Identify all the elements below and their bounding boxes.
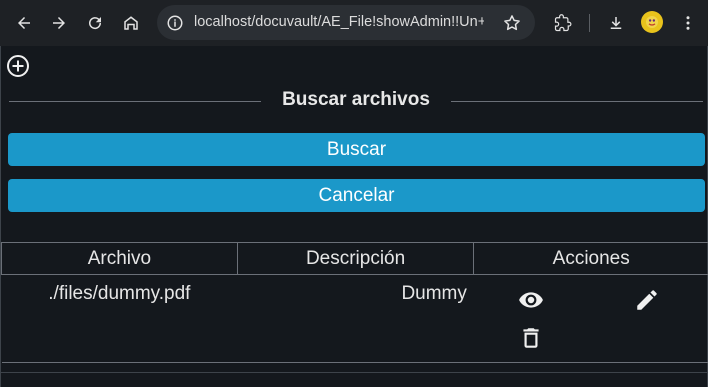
footer-divider [1,372,708,373]
home-icon[interactable] [117,9,145,37]
url-text[interactable]: localhost/docuvault/AE_File!showAdmin!!U… [194,5,484,40]
search-button[interactable]: Buscar [8,133,705,166]
add-circle-icon[interactable] [6,54,30,78]
column-header-archivo[interactable]: Archivo [1,242,238,275]
toolbar-divider [589,14,590,32]
back-icon[interactable] [10,9,38,37]
extensions-icon[interactable] [549,9,577,37]
column-header-acciones: Acciones [473,242,708,275]
bookmark-star-icon[interactable] [502,13,522,33]
file-cell: ./files/dummy.pdf [1,274,238,363]
delete-icon[interactable] [518,325,544,351]
search-legend: Buscar archivos [282,89,430,110]
table-row: ./files/dummy.pdf Dummy [1,274,708,363]
actions-cell [473,274,708,363]
fieldset-line-right [451,101,703,102]
edit-icon[interactable] [634,287,660,313]
reload-icon[interactable] [81,9,109,37]
cancel-button[interactable]: Cancelar [8,179,705,212]
menu-icon[interactable] [674,9,702,37]
description-cell: Dummy [237,274,474,363]
fieldset-line-left [9,101,261,102]
view-icon[interactable] [518,287,544,313]
page-content: Buscar archivos Buscar Cancelar Archivo … [0,46,708,387]
browser-toolbar: localhost/docuvault/AE_File!showAdmin!!U… [0,0,708,46]
table-header-row: Archivo Descripción Acciones [1,242,708,275]
files-table: Archivo Descripción Acciones ./files/dum… [1,242,708,363]
download-icon[interactable] [602,9,630,37]
profile-avatar[interactable] [641,11,663,33]
address-bar[interactable]: localhost/docuvault/AE_File!showAdmin!!U… [157,5,535,40]
site-info-icon[interactable] [166,14,184,32]
forward-icon[interactable] [45,9,73,37]
column-header-descripcion[interactable]: Descripción [236,242,475,275]
